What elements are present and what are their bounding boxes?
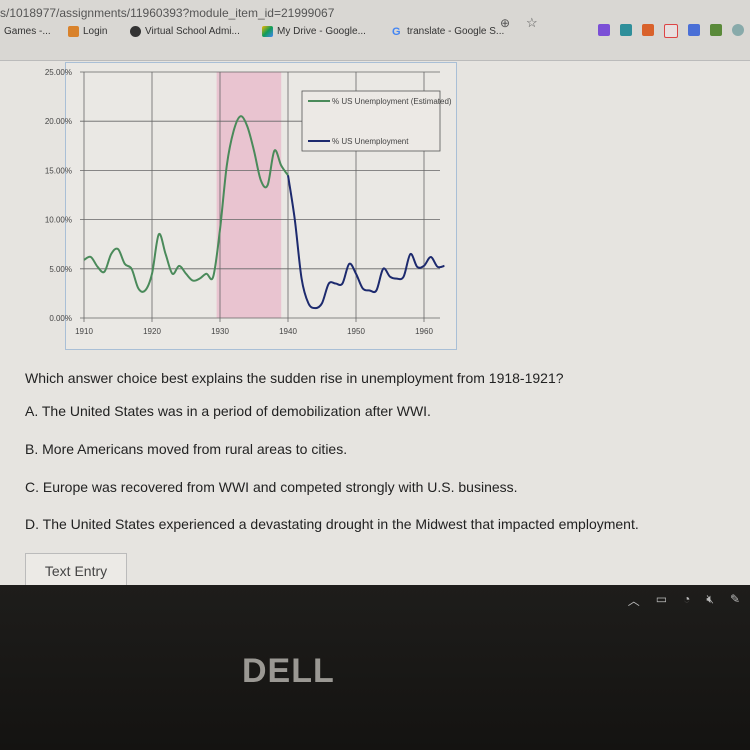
pen-icon[interactable]: ✎ — [730, 592, 740, 609]
y-tick-label: 5.00% — [49, 265, 72, 274]
legend: % US Unemployment (Estimated) % US Unemp… — [301, 90, 452, 152]
text-entry-tab[interactable]: Text Entry — [25, 553, 127, 586]
x-tick-label: 1930 — [211, 327, 229, 336]
option-c[interactable]: C. Europe was recovered from WWI and com… — [25, 479, 518, 495]
question-text: Which answer choice best explains the su… — [25, 370, 564, 386]
shaded-region — [216, 72, 282, 318]
series-line-1 — [287, 175, 445, 310]
option-a[interactable]: A. The United States was in a period of … — [25, 403, 431, 419]
battery-icon[interactable]: ▭ — [656, 592, 667, 609]
option-d[interactable]: D. The United States experienced a devas… — [25, 516, 639, 532]
legend-actual: % US Unemployment — [332, 137, 409, 146]
x-tick-label: 1910 — [75, 327, 93, 336]
y-tick-label: 20.00% — [45, 117, 72, 126]
x-tick-label: 1950 — [347, 327, 365, 336]
system-tray: ︿ ▭ ◔ 🔇︎ ✎ — [628, 592, 740, 609]
y-tick-label: 10.00% — [45, 216, 72, 225]
y-tick-label: 25.00% — [45, 68, 72, 77]
chevron-up-icon[interactable]: ︿ — [628, 592, 640, 609]
dell-logo: DELL — [242, 652, 335, 690]
chart-svg: 0.00% 5.00% 10.00% 15.00% 20.00% 25.00% 1910 19… — [45, 68, 452, 336]
option-b[interactable]: B. More Americans moved from rural areas… — [25, 441, 347, 457]
y-tick-label: 15.00% — [45, 166, 72, 175]
wifi-icon[interactable]: ◔ — [683, 592, 690, 609]
x-tick-label: 1960 — [415, 327, 433, 336]
legend-estimated: % US Unemployment (Estimated) — [332, 97, 452, 106]
laptop-bezel — [0, 585, 750, 750]
volume-muted-icon[interactable]: 🔇︎ — [706, 592, 714, 609]
y-tick-label: 0.00% — [49, 314, 72, 323]
x-tick-label: 1940 — [279, 327, 297, 336]
x-tick-label: 1920 — [143, 327, 161, 336]
